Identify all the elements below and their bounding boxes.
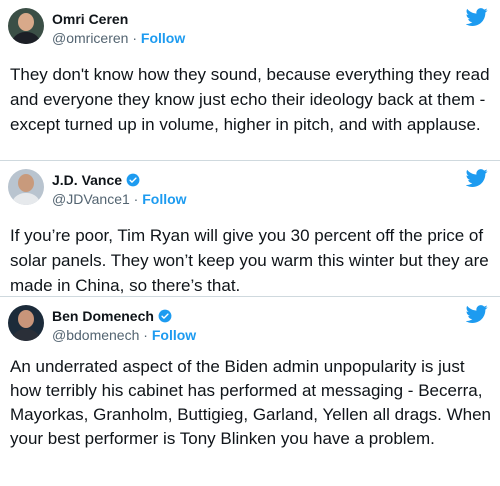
- author-row: Omri Ceren: [52, 10, 128, 28]
- tweet-card[interactable]: Omri Ceren @omriceren · Follow They don'…: [0, 0, 500, 160]
- twitter-bird-icon[interactable]: [466, 167, 488, 189]
- author-handle[interactable]: @omriceren: [52, 30, 128, 46]
- tweet-text: If you’re poor, Tim Ryan will give you 3…: [10, 226, 489, 295]
- avatar[interactable]: [8, 305, 44, 341]
- verified-badge-icon: [126, 173, 140, 187]
- author-row: Ben Domenech: [52, 307, 172, 325]
- avatar-head: [18, 310, 34, 328]
- avatar[interactable]: [8, 169, 44, 205]
- avatar[interactable]: [8, 8, 44, 44]
- tweet-card[interactable]: J.D. Vance @JDVance1 · Follow If you’re …: [0, 160, 500, 296]
- author-name[interactable]: J.D. Vance: [52, 171, 122, 189]
- handle-row: @JDVance1 · Follow: [52, 190, 187, 208]
- avatar-torso: [11, 193, 41, 205]
- tweet-text: They don't know how they sound, because …: [10, 65, 490, 134]
- author-handle[interactable]: @JDVance1: [52, 191, 130, 207]
- handle-row: @omriceren · Follow: [52, 29, 185, 47]
- author-handle[interactable]: @bdomenech: [52, 327, 139, 343]
- twitter-bird-icon[interactable]: [466, 303, 488, 325]
- separator: ·: [129, 191, 143, 207]
- twitter-bird-icon[interactable]: [466, 6, 488, 28]
- avatar-head: [18, 13, 34, 31]
- follow-button[interactable]: Follow: [142, 191, 186, 207]
- author-row: J.D. Vance: [52, 171, 140, 189]
- separator: ·: [139, 327, 152, 343]
- tweet-text: An underrated aspect of the Biden admin …: [10, 357, 491, 448]
- avatar-torso: [11, 32, 41, 44]
- follow-button[interactable]: Follow: [152, 327, 196, 343]
- separator: ·: [128, 30, 141, 46]
- author-name[interactable]: Ben Domenech: [52, 307, 154, 325]
- follow-button[interactable]: Follow: [141, 30, 185, 46]
- author-name[interactable]: Omri Ceren: [52, 10, 128, 28]
- verified-badge-icon: [158, 309, 172, 323]
- avatar-head: [18, 174, 34, 192]
- handle-row: @bdomenech · Follow: [52, 326, 196, 344]
- tweet-card[interactable]: Ben Domenech @bdomenech · Follow An unde…: [0, 296, 500, 486]
- avatar-torso: [11, 329, 41, 341]
